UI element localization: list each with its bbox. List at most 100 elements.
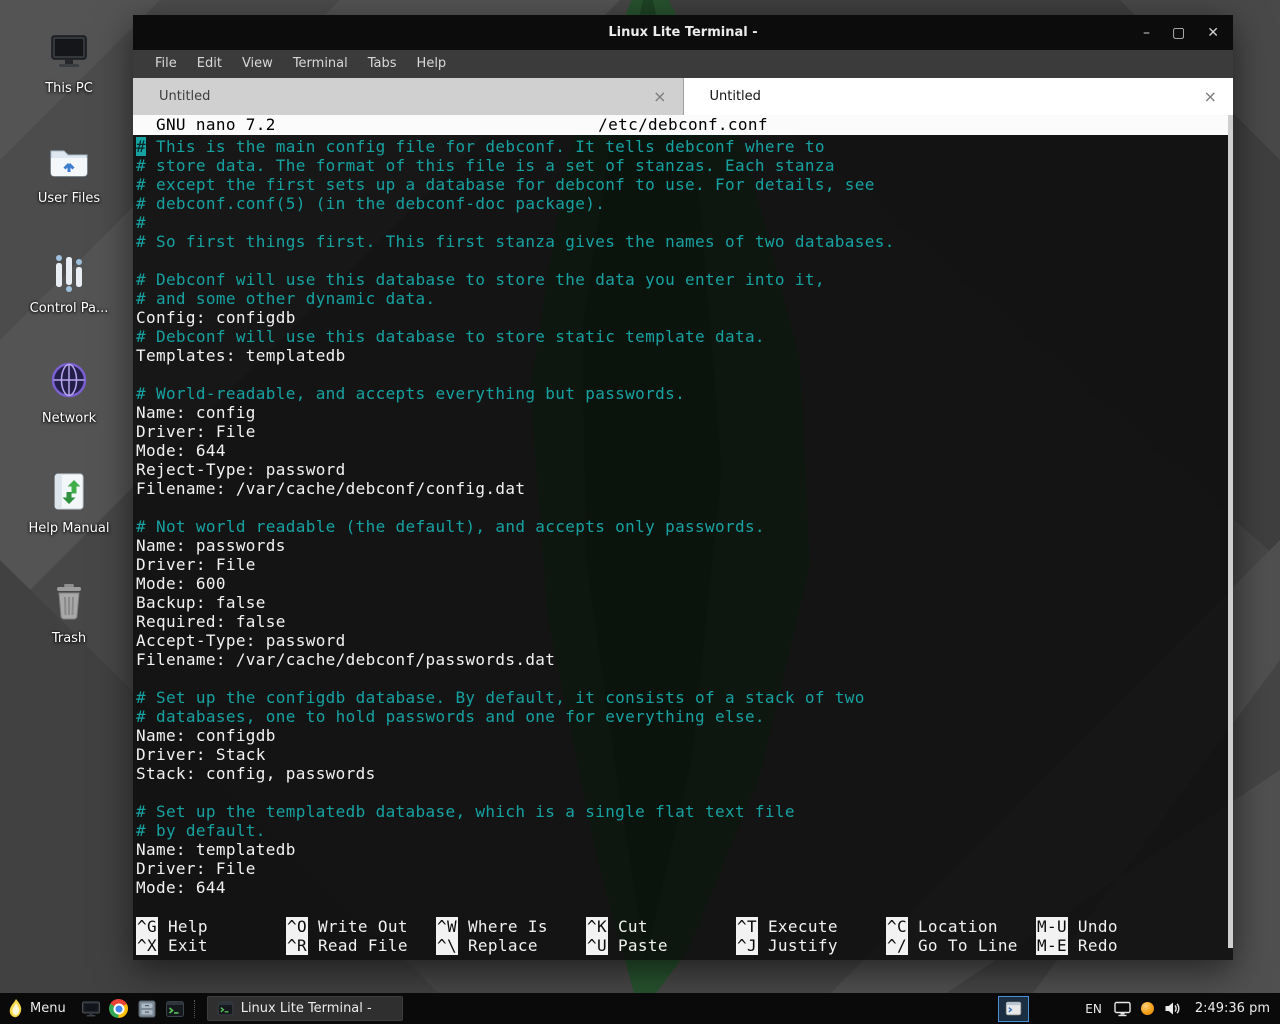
show-desktop-launcher[interactable] <box>77 993 105 1024</box>
menu-item-file[interactable]: File <box>145 50 187 78</box>
terminal-line: Name: passwords <box>136 536 1233 555</box>
display-icon[interactable] <box>1114 1001 1131 1017</box>
tab-untitled-1[interactable]: Untitled × <box>133 78 684 115</box>
desktop-icon-control-panel[interactable]: Control Pa... <box>7 245 131 316</box>
taskbar: Menu <box>0 993 1280 1024</box>
terminal-line <box>136 498 1233 517</box>
desktop-icon-label: Help Manual <box>7 521 131 536</box>
linux-lite-logo-icon <box>9 999 23 1018</box>
terminal-line: Required: false <box>136 612 1233 631</box>
nano-shortcut-row: ^G Help^O Write Out^W Where Is^K Cut^T E… <box>136 917 1225 936</box>
terminal-line: # databases, one to hold passwords and o… <box>136 707 1233 726</box>
terminal-line: # Not world readable (the default), and … <box>136 517 1233 536</box>
text-cursor: # <box>136 137 146 156</box>
terminal-line: Name: templatedb <box>136 840 1233 859</box>
nano-shortcut-row: ^X Exit^R Read File^\ Replace^U Paste^J … <box>136 936 1225 955</box>
terminal-line: Templates: templatedb <box>136 346 1233 365</box>
terminal-line: Driver: File <box>136 555 1233 574</box>
window-title: Linux Lite Terminal - <box>608 25 757 40</box>
clock[interactable]: 2:49:36 pm <box>1195 1001 1270 1016</box>
desktop-icon-label: This PC <box>7 81 131 96</box>
menu-item-view[interactable]: View <box>232 50 283 78</box>
nano-shortcut: ^K Cut <box>586 917 736 936</box>
task-button-label: Linux Lite Terminal - <box>241 1001 372 1016</box>
minimize-button[interactable]: – <box>1143 26 1150 40</box>
keyboard-layout-indicator[interactable]: EN <box>1085 1002 1102 1016</box>
terminal-line: Name: configdb <box>136 726 1233 745</box>
desktop-monitor-icon <box>81 999 101 1019</box>
terminal-icon <box>165 999 185 1019</box>
file-manager-launcher[interactable] <box>133 993 161 1024</box>
terminal-icon <box>1005 1000 1022 1017</box>
tab-close-icon[interactable]: × <box>1204 89 1217 105</box>
menu-item-tabs[interactable]: Tabs <box>358 50 407 78</box>
terminal-line: # by default. <box>136 821 1233 840</box>
desktop-icon-user-files[interactable]: User Files <box>7 135 131 206</box>
tray-terminal-indicator[interactable] <box>998 996 1029 1022</box>
terminal-line: Mode: 600 <box>136 574 1233 593</box>
terminal-line <box>136 365 1233 384</box>
terminal-line: Filename: /var/cache/debconf/config.dat <box>136 479 1233 498</box>
nano-buffer: # This is the main config file for debco… <box>133 135 1233 897</box>
terminal-line: # So first things first. This first stan… <box>136 232 1233 251</box>
menu-button-label: Menu <box>30 1001 66 1016</box>
nano-filename: /etc/debconf.conf <box>133 115 1233 135</box>
maximize-button[interactable]: ▢ <box>1172 26 1185 40</box>
terminal-line <box>136 251 1233 270</box>
scrollbar[interactable] <box>1228 115 1233 948</box>
terminal-line: Accept-Type: password <box>136 631 1233 650</box>
menu-button[interactable]: Menu <box>0 993 77 1024</box>
nano-shortcut: ^C Location <box>886 917 1036 936</box>
notification-icon[interactable] <box>1141 1002 1154 1015</box>
tab-label: Untitled <box>159 89 210 104</box>
terminal-line: # Debconf will use this database to stor… <box>136 270 1233 289</box>
chrome-launcher[interactable] <box>105 993 133 1024</box>
desktop-icon-this-pc[interactable]: This PC <box>7 25 131 96</box>
nano-shortcut: ^\ Replace <box>436 936 586 955</box>
computer-icon <box>7 25 131 77</box>
desktop-icon-trash[interactable]: Trash <box>7 575 131 646</box>
terminal-content[interactable]: /etc/debconf.conf GNU nano 7.2 # This is… <box>133 115 1233 960</box>
volume-icon[interactable] <box>1164 1001 1181 1016</box>
terminal-line: Mode: 644 <box>136 878 1233 897</box>
terminal-line: Driver: File <box>136 859 1233 878</box>
terminal-line: # <box>136 213 1233 232</box>
desktop-icon-network[interactable]: Network <box>7 355 131 426</box>
chrome-icon <box>109 999 128 1018</box>
desktop-icon-label: Trash <box>7 631 131 646</box>
terminal-line: # except the first sets up a database fo… <box>136 175 1233 194</box>
terminal-line: # This is the main config file for debco… <box>136 137 1233 156</box>
tab-close-icon[interactable]: × <box>653 89 666 105</box>
nano-shortcut: ^G Help <box>136 917 286 936</box>
tab-label: Untitled <box>710 89 761 104</box>
terminal-line: Config: configdb <box>136 308 1233 327</box>
desktop-icon-help-manual[interactable]: Help Manual <box>7 465 131 536</box>
menu-item-terminal[interactable]: Terminal <box>283 50 358 78</box>
orange-status-dot <box>1141 1002 1154 1015</box>
menu-item-help[interactable]: Help <box>407 50 457 78</box>
tab-bar: Untitled × Untitled × <box>133 78 1233 115</box>
menu-item-edit[interactable]: Edit <box>187 50 232 78</box>
tasklist-handle <box>194 1000 201 1018</box>
terminal-line: # store data. The format of this file is… <box>136 156 1233 175</box>
close-button[interactable]: ✕ <box>1207 26 1219 40</box>
nano-shortcut: ^O Write Out <box>286 917 436 936</box>
menu-bar: File Edit View Terminal Tabs Help <box>133 50 1233 78</box>
nano-version: GNU nano 7.2 <box>133 115 276 134</box>
folder-icon <box>7 135 131 187</box>
nano-shortcut: M-U Undo <box>1036 917 1186 936</box>
nano-shortcut: ^/ Go To Line <box>886 936 1036 955</box>
task-button-terminal[interactable]: Linux Lite Terminal - <box>207 996 403 1021</box>
terminal-window: Linux Lite Terminal - – ▢ ✕ File Edit Vi… <box>133 15 1233 960</box>
terminal-line: Reject-Type: password <box>136 460 1233 479</box>
desktop-icon-label: Control Pa... <box>7 301 131 316</box>
terminal-launcher[interactable] <box>161 993 189 1024</box>
nano-shortcut: M-E Redo <box>1036 936 1186 955</box>
tab-untitled-2[interactable]: Untitled × <box>684 78 1234 115</box>
nano-shortcut: ^R Read File <box>286 936 436 955</box>
control-panel-icon <box>7 245 131 297</box>
window-titlebar[interactable]: Linux Lite Terminal - – ▢ ✕ <box>133 15 1233 50</box>
terminal-line: Filename: /var/cache/debconf/passwords.d… <box>136 650 1233 669</box>
terminal-line: Backup: false <box>136 593 1233 612</box>
terminal-line <box>136 783 1233 802</box>
